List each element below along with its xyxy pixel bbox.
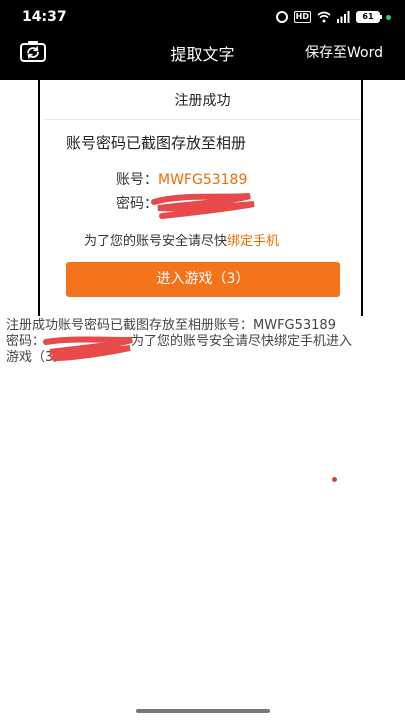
save-to-word-button[interactable]: 保存至Word [305,42,383,62]
status-time: 14:37 [22,9,67,25]
dialog-right-edge [361,80,367,316]
account-row: 账号：MWFG53189 [116,169,247,189]
rotate-camera-button[interactable] [18,39,48,65]
bind-phone-link[interactable]: 绑定手机 [227,234,279,249]
app-bar: 提取文字 保存至Word [0,34,405,80]
top-bar: 14:37 HD 61 提取文字 保存至Word [0,0,405,80]
signal-icon [337,11,350,23]
notice-text: 为了您的账号安全请尽快 [84,234,228,249]
password-redaction-scribble [151,193,255,219]
extracted-redaction-scribble [43,336,133,361]
enter-game-button[interactable]: 进入游戏（3） [66,262,340,297]
status-dot-icon [386,14,391,20]
home-indicator[interactable] [136,709,270,713]
dialog-divider [44,119,361,120]
wifi-icon [317,11,331,23]
extracted-line-1: 注册成功账号密码已截图存放至相册账号：MWFG53189 [6,318,336,333]
status-icons: HD 61 [275,10,391,24]
rotate-camera-icon [20,41,46,62]
extracted-notice: 为了您的账号安全请尽快绑定手机进入 [131,334,353,349]
dialog-heading: 账号密码已截图存放至相册 [66,134,247,152]
dialog-title: 注册成功 [174,93,231,109]
account-label: 账号： [116,172,158,188]
dialog-left-edge [38,80,44,316]
account-value: MWFG53189 [158,172,248,188]
bind-phone-notice: 为了您的账号安全请尽快绑定手机 [84,230,279,249]
alarm-icon [275,11,288,23]
status-bar: 14:37 HD 61 [0,0,405,34]
battery-icon: 61 [356,11,382,23]
battery-level: 61 [362,12,374,21]
red-dot-marker [332,477,337,482]
hd-icon: HD [293,11,311,23]
